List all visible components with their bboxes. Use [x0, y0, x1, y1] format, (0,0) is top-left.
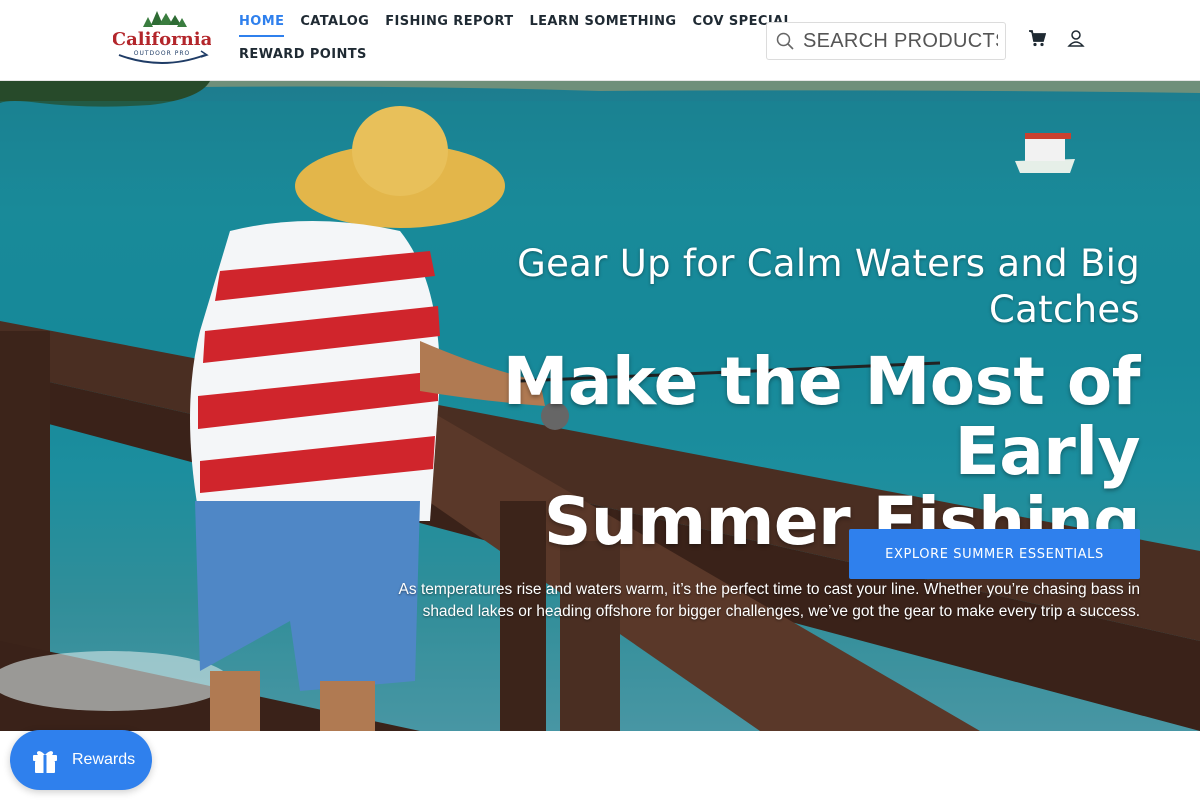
svg-text:OUTDOOR PRO: OUTDOOR PRO	[134, 50, 190, 57]
search-input[interactable]	[803, 29, 998, 53]
cart-icon[interactable]	[1027, 28, 1047, 48]
site-header: California OUTDOOR PRO HOME CATALOG FISH…	[0, 0, 1200, 81]
svg-text:California: California	[113, 29, 211, 50]
rewards-label: Rewards	[72, 751, 136, 768]
search-box[interactable]	[766, 22, 1006, 60]
rewards-launcher-button[interactable]: Rewards	[10, 730, 152, 790]
search-icon[interactable]	[767, 23, 803, 59]
gift-icon	[30, 745, 60, 775]
hero-title: Make the Most of Early Summer Fishing	[380, 347, 1141, 557]
hero-description: As temperatures rise and waters warm, it…	[398, 581, 1140, 620]
nav-catalog[interactable]: CATALOG	[300, 14, 369, 37]
user-icon[interactable]	[1066, 28, 1086, 48]
main-nav-row-2: REWARD POINTS	[239, 47, 383, 68]
explore-summer-essentials-button[interactable]: EXPLORE SUMMER ESSENTIALS	[849, 529, 1140, 579]
hero-title-line-1: Make the Most of Early	[502, 343, 1141, 490]
hero-banner: Gear Up for Calm Waters and Big Catches …	[0, 81, 1200, 731]
nav-learn-something[interactable]: LEARN SOMETHING	[529, 14, 676, 37]
nav-reward-points[interactable]: REWARD POINTS	[239, 47, 367, 68]
brand-logo[interactable]: California OUTDOOR PRO	[113, 11, 211, 67]
main-nav: HOME CATALOG FISHING REPORT LEARN SOMETH…	[239, 14, 808, 37]
nav-fishing-report[interactable]: FISHING REPORT	[385, 14, 513, 37]
nav-home[interactable]: HOME	[239, 14, 285, 37]
logo-graphic: California OUTDOOR PRO	[113, 11, 211, 64]
hero-subtitle: Gear Up for Calm Waters and Big Catches	[517, 242, 1140, 331]
